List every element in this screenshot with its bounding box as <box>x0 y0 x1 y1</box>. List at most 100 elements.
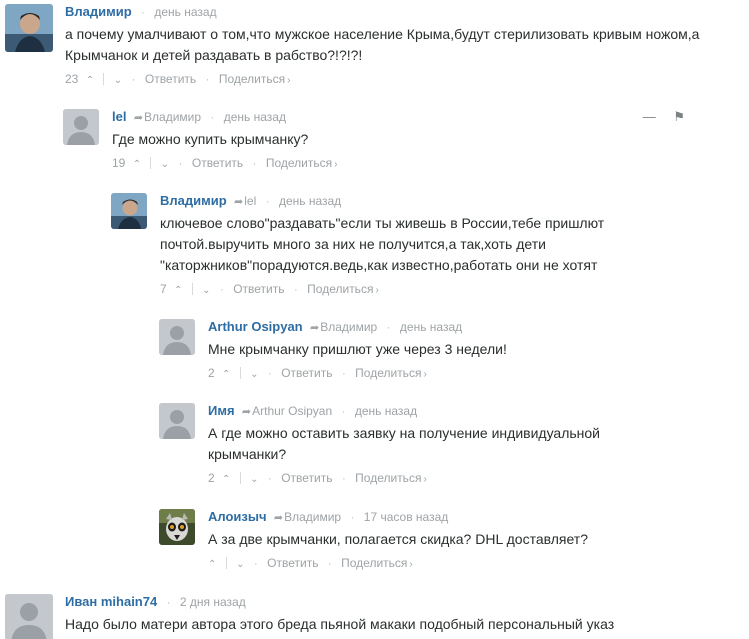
reply-to[interactable]: ➦Владимир <box>274 510 341 524</box>
downvote-icon[interactable]: ⌄ <box>202 283 210 299</box>
upvote-icon[interactable]: ⌃ <box>174 283 182 299</box>
author-name[interactable]: lel <box>112 109 126 124</box>
reply-to-name: Владимир <box>144 110 202 124</box>
downvote-icon[interactable]: ⌄ <box>250 367 258 383</box>
avatar[interactable] <box>159 403 195 439</box>
vote-count: 2 <box>208 366 215 380</box>
upvote-icon[interactable]: ⌃ <box>222 472 230 488</box>
author-name[interactable]: Алоизыч <box>208 509 267 524</box>
upvote-icon[interactable]: ⌃ <box>86 73 94 89</box>
reply-to[interactable]: ➦lel <box>234 194 256 208</box>
author-name[interactable]: Владимир <box>65 4 132 19</box>
user-photo-icon <box>5 4 53 52</box>
default-avatar-icon <box>5 594 53 639</box>
reply-button[interactable]: Ответить <box>145 72 196 86</box>
separator-dot: · <box>327 556 332 570</box>
reply-to[interactable]: ➦Arthur Osipyan <box>242 404 332 418</box>
lemur-photo-icon <box>159 509 195 545</box>
upvote-icon[interactable]: ⌃ <box>133 157 141 173</box>
reply-arrow-icon: ➦ <box>241 406 252 418</box>
share-button[interactable]: Поделиться › <box>219 72 291 86</box>
avatar[interactable] <box>5 594 53 639</box>
collapse-icon[interactable]: — <box>643 109 656 124</box>
reply-button[interactable]: Ответить <box>281 366 332 380</box>
comment-header: Владимир · день назад <box>65 4 725 20</box>
default-avatar-icon <box>159 319 195 355</box>
reply-to-name: Arthur Osipyan <box>252 404 333 418</box>
separator-dot: · <box>265 194 270 208</box>
separator-dot: · <box>205 72 210 86</box>
reply-button[interactable]: Ответить <box>233 282 284 296</box>
divider <box>225 557 227 569</box>
share-button[interactable]: Поделиться › <box>307 282 379 296</box>
timestamp[interactable]: день назад <box>279 194 341 208</box>
default-avatar-icon <box>63 109 99 145</box>
vote-count: 19 <box>112 156 126 170</box>
reply-button[interactable]: Ответить <box>192 156 243 170</box>
timestamp[interactable]: день назад <box>154 5 216 19</box>
comment-header: lel ➦Владимир · день назад <box>112 109 685 125</box>
timestamp[interactable]: день назад <box>400 320 462 334</box>
separator-dot: · <box>178 156 183 170</box>
share-button[interactable]: Поделиться › <box>341 556 413 570</box>
default-avatar-icon <box>159 403 195 439</box>
chevron-right-icon: › <box>423 474 427 485</box>
author-name[interactable]: Имя <box>208 403 235 418</box>
comment-footer: ⌃ ⌄ · Ответить · Поделиться › <box>208 555 719 571</box>
comment-tools: — ⚑ <box>629 109 685 125</box>
comment-header: Иван mihain74 · 2 дня назад <box>65 594 725 610</box>
upvote-icon[interactable]: ⌃ <box>222 367 230 383</box>
separator-dot: · <box>253 556 258 570</box>
timestamp[interactable]: 2 дня назад <box>180 595 246 609</box>
separator-dot: · <box>141 5 146 19</box>
reply-to[interactable]: ➦Владимир <box>134 110 201 124</box>
chevron-right-icon: › <box>409 559 413 570</box>
reply-arrow-icon: ➦ <box>133 112 144 124</box>
reply-to[interactable]: ➦Владимир <box>310 320 377 334</box>
comment-footer: 7 ⌃ ⌄ · Ответить · Поделиться › <box>160 281 711 297</box>
separator-dot: · <box>267 366 272 380</box>
timestamp[interactable]: день назад <box>355 404 417 418</box>
vote-count: 23 <box>65 72 79 86</box>
author-name[interactable]: Arthur Osipyan <box>208 319 303 334</box>
reply-to-name: Владимир <box>284 510 342 524</box>
separator-dot: · <box>166 595 171 609</box>
author-name[interactable]: Владимир <box>160 193 227 208</box>
timestamp[interactable]: день назад <box>224 110 286 124</box>
separator-dot: · <box>350 510 355 524</box>
avatar[interactable] <box>63 109 99 145</box>
share-label: Поделиться <box>307 282 374 296</box>
downvote-icon[interactable]: ⌄ <box>236 557 244 573</box>
avatar[interactable] <box>111 193 147 229</box>
author-name[interactable]: Иван mihain74 <box>65 594 157 609</box>
share-label: Поделиться <box>265 156 333 170</box>
share-label: Поделиться <box>355 366 422 380</box>
upvote-icon[interactable]: ⌃ <box>208 557 216 573</box>
downvote-icon[interactable]: ⌄ <box>114 73 122 89</box>
chevron-right-icon: › <box>287 75 291 86</box>
comment-text: а почему умалчивают о том,что мужское на… <box>65 26 700 63</box>
avatar[interactable] <box>159 509 195 545</box>
share-label: Поделиться <box>355 471 422 485</box>
reply-arrow-icon: ➦ <box>234 196 244 208</box>
flag-icon[interactable]: ⚑ <box>673 109 685 125</box>
timestamp[interactable]: 17 часов назад <box>364 510 448 524</box>
separator-dot: · <box>293 282 298 296</box>
avatar[interactable] <box>5 4 53 52</box>
vote-count: 7 <box>160 282 167 296</box>
share-button[interactable]: Поделиться › <box>355 366 427 380</box>
divider <box>103 73 105 85</box>
reply-button[interactable]: Ответить <box>267 556 318 570</box>
reply-to-name: Владимир <box>320 320 378 334</box>
divider <box>239 472 241 484</box>
comment-text: Надо было матери автора этого бреда пьян… <box>65 616 615 632</box>
downvote-icon[interactable]: ⌄ <box>161 157 169 173</box>
avatar[interactable] <box>159 319 195 355</box>
reply-button[interactable]: Ответить <box>281 471 332 485</box>
comment-header: Arthur Osipyan ➦Владимир · день назад <box>208 319 719 335</box>
separator-dot: · <box>131 72 136 86</box>
share-button[interactable]: Поделиться › <box>266 156 338 170</box>
share-button[interactable]: Поделиться › <box>355 471 427 485</box>
comment-footer: 2 ⌃ ⌄ · Ответить · Поделиться › <box>208 470 628 486</box>
downvote-icon[interactable]: ⌄ <box>250 472 258 488</box>
